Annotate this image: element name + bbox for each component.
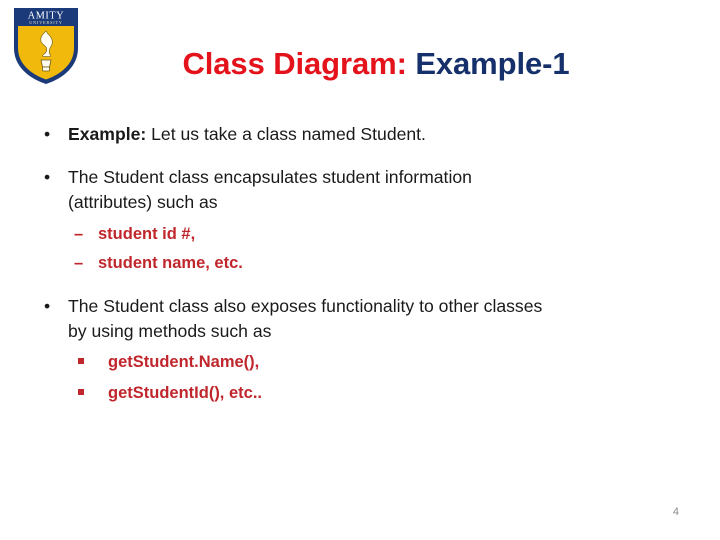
amity-university-logo: AMITY UNIVERSITY (10, 4, 82, 88)
subbullet-item-get-student-name: getStudent.Name(), (30, 351, 690, 374)
page-title-part-red: Class Diagram: (182, 46, 407, 81)
bullet-marker-square-icon (78, 357, 84, 364)
bullet-line-1: The Student class encapsulates student i… (68, 167, 472, 188)
bullet-text: Let us take a class named Student. (146, 124, 426, 144)
bullet-marker-dot: • (44, 167, 51, 188)
page-number: 4 (672, 506, 679, 518)
slide-content: • Example: Let us take a class named Stu… (30, 122, 690, 404)
bullet-marker-dot: • (44, 124, 51, 144)
bullet-line-2: (attributes) such as (68, 191, 218, 212)
subbullet-text: student name, etc. (98, 254, 243, 273)
page-title-part-navy: Example-1 (415, 46, 570, 81)
bullet-paragraph: The Student class encapsulates student i… (68, 167, 690, 214)
bullet-marker-dot: • (44, 296, 51, 317)
bullet-item-encapsulates: • The Student class encapsulates student… (30, 165, 690, 214)
svg-text:UNIVERSITY: UNIVERSITY (29, 20, 63, 25)
bullet-marker-square-icon (78, 388, 84, 395)
subbullet-item-student-name: – student name, etc. (30, 252, 690, 274)
bullet-line-2: by using methods such as (68, 320, 272, 341)
subbullet-text: student id #, (98, 224, 196, 243)
bullet-marker-dash: – (74, 254, 84, 273)
subbullet-text: getStudentId(), etc.. (108, 383, 262, 402)
bullet-line-1: The Student class also exposes functiona… (68, 296, 543, 317)
page-title: Class Diagram: Example-1 (96, 46, 656, 81)
subbullet-text: getStudent.Name(), (108, 352, 260, 371)
subbullet-item-get-student-id: getStudentId(), etc.. (30, 382, 690, 405)
bullet-lead-label: Example: (68, 124, 147, 144)
bullet-marker-dash: – (74, 224, 84, 243)
bullet-item-example: • Example: Let us take a class named Stu… (30, 122, 690, 146)
subbullet-item-student-id: – student id #, (30, 223, 690, 245)
bullet-item-methods: • The Student class also exposes functio… (30, 294, 690, 343)
